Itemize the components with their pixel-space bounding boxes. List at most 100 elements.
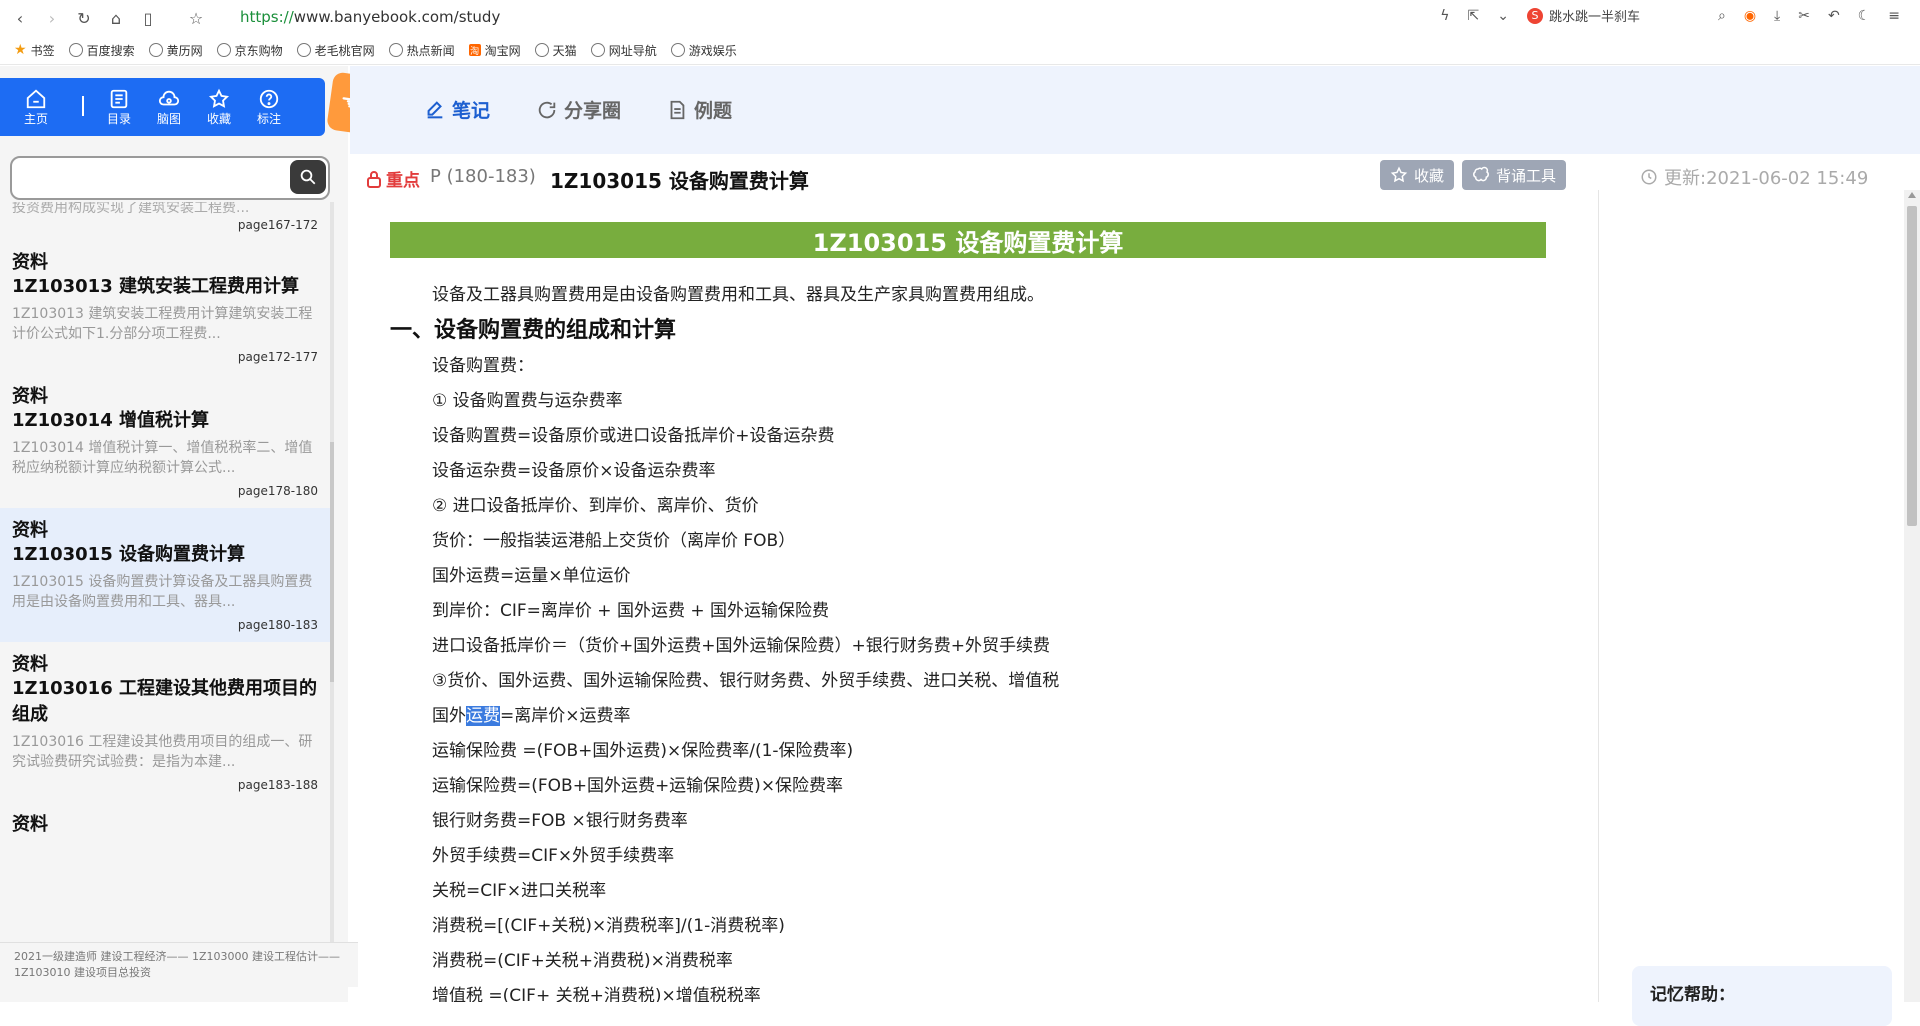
favorite-label: 收藏 [206,111,231,126]
list-item[interactable]: 资料 1Z103016 工程建设其他费用项目的组成 1Z103016 工程建设其… [0,642,330,802]
forward-icon[interactable]: › [40,6,64,30]
bookmark-label: 黄历网 [166,43,203,58]
list-item-category: 资料 [12,386,48,407]
doc-line: 国外运费=运量×单位运价 [432,566,631,586]
bookmark-item[interactable]: 游戏娱乐 [670,42,737,59]
menu-icon[interactable]: ≡ [1888,8,1900,24]
sidebar-scrollbar[interactable] [330,202,334,942]
list-item[interactable]: 资料 1Z103013 建筑安装工程费用计算 1Z103013 建筑安装工程费用… [0,240,330,374]
edit-icon [427,100,443,118]
bookmark-item[interactable]: 热点新闻 [388,42,455,59]
globe-icon [670,43,685,57]
bookmark-label: 百度搜索 [86,43,135,58]
mindmap-button[interactable]: 脑图 [144,78,194,136]
moon-icon[interactable]: ☾ [1858,8,1871,24]
list-item-title: 1Z103014 增值税计算 [12,410,209,431]
sidebar-search [10,156,330,200]
list-item-active[interactable]: 资料 1Z103015 设备购置费计算 1Z103015 设备购置费计算设备及工… [0,508,330,642]
tab-notes[interactable]: 笔记 [424,96,490,123]
bookmark-label: 网址导航 [608,43,657,58]
reader-icon[interactable]: ▯ [136,6,160,30]
list-item[interactable]: 投资费用构成实现了建筑安装工程费... page167-172 [0,202,330,240]
back-icon[interactable]: ‹ [8,6,32,30]
game-icon[interactable]: ◉ [1744,8,1756,24]
list-item-category: 资料 [12,654,48,675]
doc-line: ① 设备购置费与运杂费率 [432,391,623,411]
home-icon [26,89,46,108]
list-item-snippet: 投资费用构成实现了建筑安装工程费... [12,202,250,214]
list-item-snippet: 1Z103013 建筑安装工程费用计算建筑安装工程计价公式如下1.分部分项工程费… [12,306,313,342]
bookmark-item[interactable]: 京东购物 [216,42,283,59]
doc-line: 运输保险费 =(FOB+国外运费)×保险费率/(1-保险费率) [432,741,854,761]
bookmark-star-icon[interactable]: ☆ [184,6,208,30]
lightning-icon[interactable]: ϟ [1440,8,1449,24]
content-scroll-thumb[interactable] [1907,206,1917,526]
doc-line: 设备运杂费=设备原价×设备运杂费率 [432,461,716,481]
search-icon[interactable]: ⌕ [1718,8,1726,24]
doc-line: 关税=CIF×进口关税率 [432,881,607,901]
content-scrollbar[interactable] [1904,190,1920,1002]
bookmark-item[interactable]: 网址导航 [590,42,657,59]
mindmap-icon [158,90,180,105]
reload-icon[interactable]: ↻ [72,6,96,30]
browser-right-tools: ϟ ⇱ ⌄ S 跳水跳一半刹车 ⌕ ◉ ⤓ ✂ ↶ ☾ ≡ [1440,6,1900,25]
bookmark-item[interactable]: 淘淘宝网 [468,42,521,59]
chevron-down-icon[interactable]: ⌄ [1497,8,1509,24]
page-range: P (180-183) [430,166,536,187]
browser-search[interactable]: S 跳水跳一半刹车 [1526,6,1640,25]
list-item-category: 资料 [12,814,48,835]
sidebar-scroll-thumb[interactable] [330,442,334,682]
doc-paragraph: 设备及工器具购置费用是由设备购置费用和工具、器具及生产家具购置费用组成。 [432,285,1044,305]
note-list: 投资费用构成实现了建筑安装工程费... page167-172 资料 1Z103… [0,202,330,942]
scroll-up-icon[interactable] [1908,192,1916,198]
address-bar[interactable]: https://www.banyebook.com/study [240,8,500,26]
doc-banner: 1Z103015 设备购置费计算 [390,222,1546,258]
selected-text[interactable]: 运费 [466,706,500,726]
search-engine-icon: S [1526,7,1543,24]
doc-line: 设备购置费=设备原价或进口设备抵岸价+设备运杂费 [432,426,835,446]
doc-line: 消费税=[(CIF+关税)×消费税率]/(1-消费税率) [432,916,785,936]
undo-icon[interactable]: ↶ [1828,8,1840,24]
recite-tool-button[interactable]: 背诵工具 [1462,160,1567,190]
annotate-button[interactable]: 标注 [244,78,294,136]
bookmark-item[interactable]: 天猫 [534,42,577,59]
list-item-title: 1Z103015 设备购置费计算 [12,544,245,565]
search-button[interactable] [290,160,326,194]
doc-line: 货价：一般指装运港船上交货价（离岸价 FOB） [432,531,796,551]
home-button[interactable]: 主页 [0,78,72,136]
bookmark-label: 老毛桃官网 [314,43,375,58]
doc-line: ③货价、国外运费、国外运输保险费、银行财务费、外贸手续费、进口关税、增值税 [432,671,1060,691]
document-icon [670,100,685,119]
bookmark-item[interactable]: 百度搜索 [68,42,135,59]
question-icon [259,89,279,108]
refresh-icon [538,101,556,118]
list-item-page: page172-177 [237,350,318,364]
catalog-button[interactable]: 目录 [94,78,144,136]
bookmark-item[interactable]: 黄历网 [148,42,203,59]
memory-aid-card[interactable]: 记忆帮助： [1632,966,1892,1026]
list-item-category: 资料 [12,252,48,273]
bookmark-label: 天猫 [552,43,577,58]
favorite-button[interactable]: 收藏 [1380,160,1455,190]
bookmark-label: 京东购物 [234,43,283,58]
bookmarks-bar: ★ 书签 百度搜索 黄历网 京东购物 老毛桃官网 热点新闻 淘淘宝网 天猫 网址导… [0,36,1920,65]
memory-aid-label: 记忆帮助： [1650,985,1735,1005]
scissors-icon[interactable]: ✂ [1798,8,1810,24]
list-item[interactable]: 资料 1Z103014 增值税计算 1Z103014 增值税计算一、增值税税率二… [0,374,330,508]
bookmark-folder[interactable]: ★ 书签 [14,42,55,59]
tab-share[interactable]: 分享圈 [536,96,621,123]
sidebar-toolbar: 主页 目录 脑图 收藏 标注 [0,78,325,136]
download-icon[interactable]: ⤓ [1774,8,1780,24]
favorite-button[interactable]: 收藏 [194,78,244,136]
home-icon[interactable]: ⌂ [104,6,128,30]
list-item[interactable]: 资料 [0,802,330,846]
content-tabs: 笔记 分享圈 例题 [350,66,1920,154]
doc-line: 进口设备抵岸价＝（货价+国外运费+国外运输保险费）+银行财务费+外贸手续费 [432,636,1050,656]
bookmark-item[interactable]: 老毛桃官网 [296,42,375,59]
tab-examples[interactable]: 例题 [666,96,732,123]
share-icon[interactable]: ⇱ [1467,8,1479,24]
breadcrumb: 2021一级建造师 建设工程经济—— 1Z103000 建设工程估计—— 1Z1… [0,942,358,987]
sidebar-search-input[interactable] [20,164,284,190]
annotate-label: 标注 [256,111,281,126]
text-run: =离岸价×运费率 [500,706,631,726]
